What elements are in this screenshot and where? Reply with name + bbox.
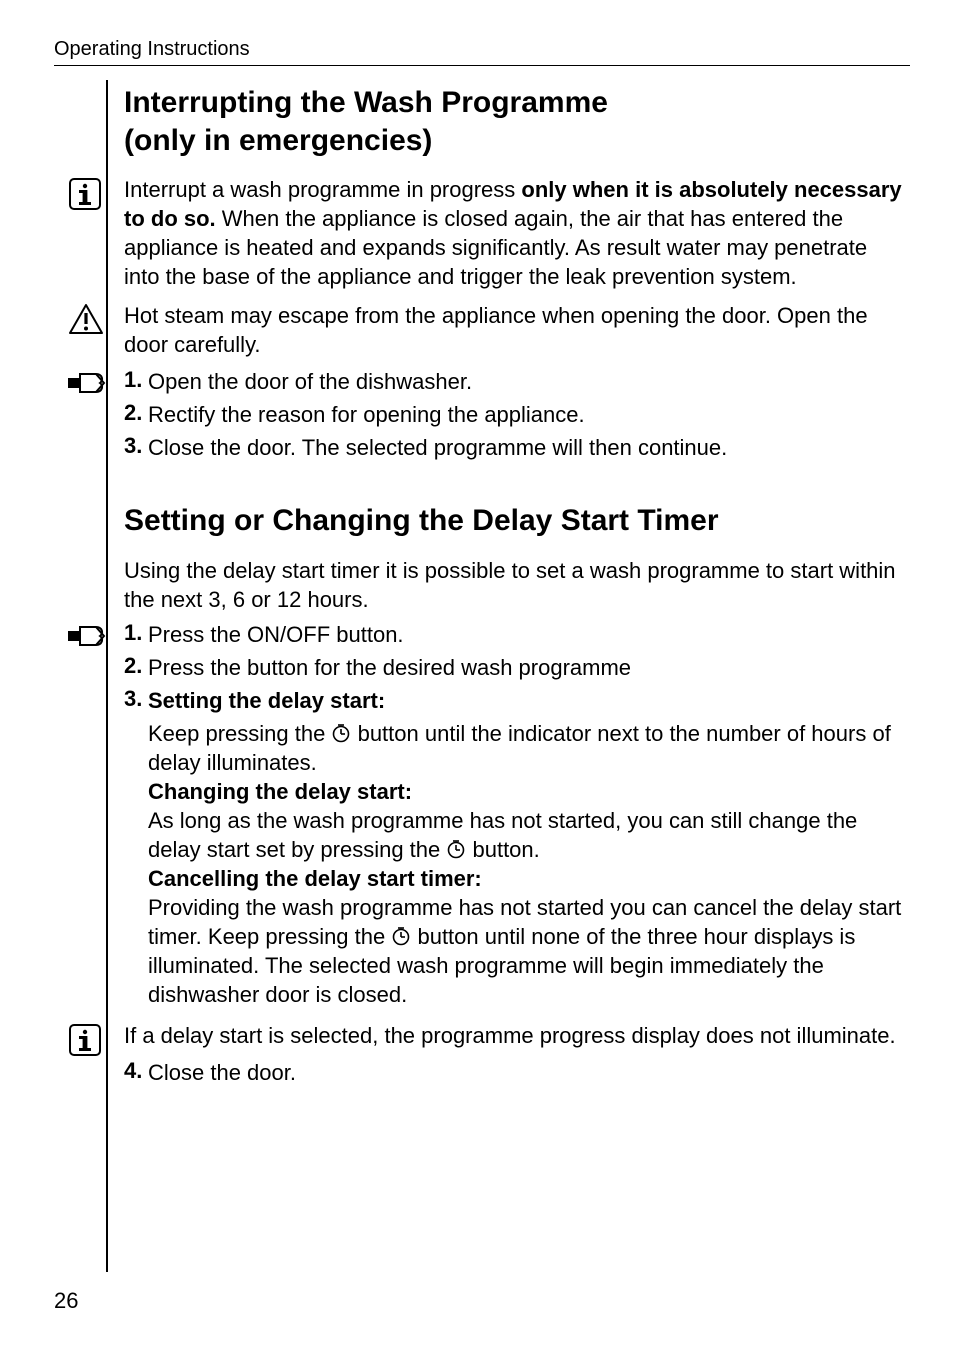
content-block: Interrupting the Wash Programme (only in… <box>124 84 910 1087</box>
clock-icon <box>391 926 411 946</box>
delay-step-3-head2: Changing the delay start: <box>148 777 902 806</box>
step-number: 3. <box>124 433 142 459</box>
step-number: 1. <box>124 367 142 393</box>
title-line-2: (only in emergencies) <box>124 124 432 157</box>
delay-intro: Using the delay start timer it is possib… <box>124 556 902 614</box>
section-title-interrupt: Interrupting the Wash Programme (only in… <box>124 84 902 159</box>
step-3: 3. Close the door. The selected programm… <box>124 433 902 462</box>
step-text: Close the door. The selected programme w… <box>148 435 727 460</box>
delay-step-2: 2. Press the button for the desired wash… <box>124 653 902 682</box>
section-title-delay: Setting or Changing the Delay Start Time… <box>124 502 902 540</box>
info-paragraph-1: Interrupt a wash programme in progress o… <box>124 175 902 291</box>
info-icon <box>68 177 110 211</box>
step-2: 2. Rectify the reason for opening the ap… <box>124 400 902 429</box>
text: Interrupt a wash programme in progress <box>124 177 521 202</box>
step-text: Open the door of the dishwasher. <box>148 369 472 394</box>
step-text: Press the button for the desired wash pr… <box>148 655 631 680</box>
delay-step-3-body2: As long as the wash programme has not st… <box>148 806 902 864</box>
pointer-icon <box>66 370 108 396</box>
step-heading: Setting the delay start: <box>148 688 385 713</box>
clock-icon <box>331 723 351 743</box>
delay-step-3-head3: Cancelling the delay start timer: <box>148 864 902 893</box>
page: Operating Instructions Interrupting the … <box>0 0 954 1352</box>
step-number: 3. <box>124 686 142 712</box>
text: Keep pressing the <box>148 721 331 746</box>
text: When the appliance is closed again, the … <box>124 206 867 289</box>
step-text: Close the door. <box>148 1060 296 1085</box>
delay-step-3: 3. Setting the delay start: <box>124 686 902 715</box>
info-icon <box>68 1023 110 1057</box>
clock-icon <box>446 839 466 859</box>
text: button. <box>466 837 539 862</box>
step-text: Press the ON/OFF button. <box>148 622 404 647</box>
delay-step-1: 1. Press the ON/OFF button. <box>124 620 902 649</box>
step-1: 1. Open the door of the dishwasher. <box>124 367 902 396</box>
info-row-2: If a delay start is selected, the progra… <box>124 1021 902 1050</box>
running-header: Operating Instructions <box>54 38 250 60</box>
page-number: 26 <box>54 1288 78 1314</box>
pointer-icon <box>66 623 108 649</box>
delay-step-4: 4. Close the door. <box>124 1058 902 1087</box>
delay-step-3-body3: Providing the wash programme has not sta… <box>148 893 902 1009</box>
warning-icon <box>68 303 110 335</box>
step-number: 1. <box>124 620 142 646</box>
delay-step-3-body: Keep pressing the button until the indic… <box>148 719 902 777</box>
step-number: 2. <box>124 400 142 426</box>
info-paragraph-2: If a delay start is selected, the progra… <box>124 1021 902 1050</box>
info-row-1: Interrupt a wash programme in progress o… <box>124 175 902 291</box>
warning-row: Hot steam may escape from the appliance … <box>124 301 902 359</box>
warning-paragraph: Hot steam may escape from the appliance … <box>124 301 902 359</box>
vertical-rule <box>106 80 108 1272</box>
step-text: Rectify the reason for opening the appli… <box>148 402 585 427</box>
step-number: 2. <box>124 653 142 679</box>
header-rule: Operating Instructions <box>54 38 910 66</box>
title-line-1: Interrupting the Wash Programme <box>124 86 608 119</box>
step-number: 4. <box>124 1058 142 1084</box>
